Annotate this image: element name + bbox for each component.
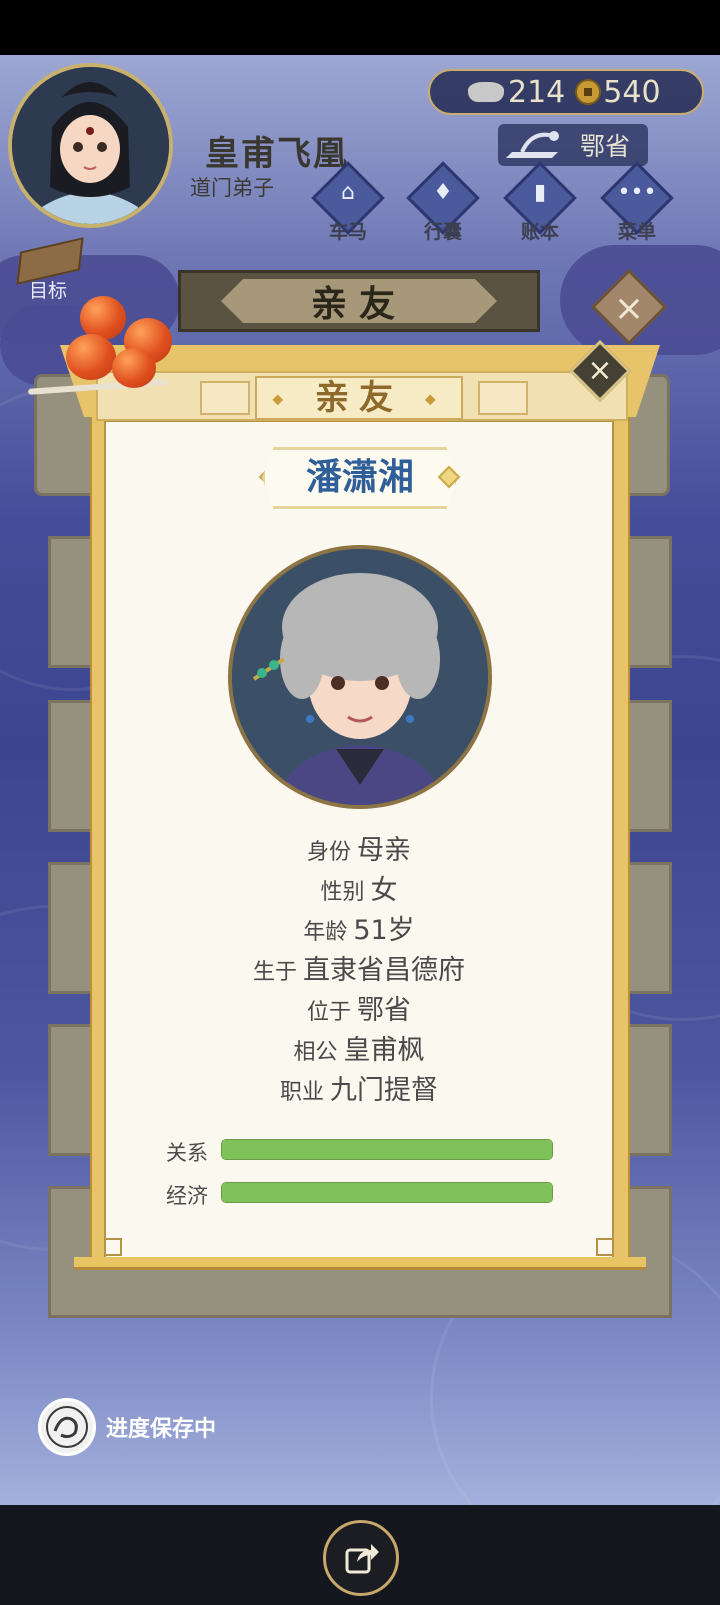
info-value: 皇甫枫 <box>343 1035 425 1066</box>
silver-amount: 214 <box>508 74 566 110</box>
info-key: 相公 <box>293 1040 338 1065</box>
title-ornament-icon: ◆ <box>272 391 294 408</box>
info-row-location: 位于 鄂省 <box>104 988 614 1027</box>
location-pin-icon <box>506 131 559 158</box>
hawthorn-fruit-icon <box>112 348 156 388</box>
info-key: 职业 <box>279 1080 324 1105</box>
economy-bar-fill <box>222 1183 552 1202</box>
info-key: 性别 <box>320 880 365 905</box>
person-name: 潘潇湘 <box>262 447 458 509</box>
info-value: 直隶省昌德府 <box>303 955 465 986</box>
info-key: 年龄 <box>303 920 348 945</box>
currency-display: 214 540 <box>428 69 704 115</box>
frame-corner <box>596 1238 614 1256</box>
nav-label: 车马 <box>328 221 367 243</box>
elder-woman-portrait-icon <box>232 549 488 805</box>
header-ornament <box>200 381 250 415</box>
relationship-bar <box>221 1139 553 1160</box>
background-panel-title: 亲友 <box>178 270 540 332</box>
background-close-icon[interactable]: × <box>598 278 660 340</box>
info-key: 生于 <box>252 960 297 985</box>
coin-amount: 540 <box>603 74 661 110</box>
modal-title-text: 亲友 <box>315 378 403 418</box>
info-row-identity: 身份 母亲 <box>104 828 614 867</box>
info-row-gender: 性别女 <box>104 868 614 907</box>
goal-label: 目标 <box>28 280 67 302</box>
location-badge[interactable]: 鄂省 <box>498 124 648 166</box>
bundle-icon: ♦ <box>433 180 453 205</box>
hawthorn-fruit-icon <box>66 334 116 380</box>
location-label: 鄂省 <box>579 132 630 161</box>
info-row-occupation: 职业 九门提督 <box>104 1068 614 1107</box>
info-row-husband: 相公 皇甫枫 <box>104 1028 614 1067</box>
info-value: 九门提督 <box>330 1075 438 1106</box>
nav-label: 菜单 <box>617 221 656 243</box>
title-ornament-icon: ◆ <box>424 391 446 408</box>
goal-button[interactable]: 目标 <box>14 237 84 302</box>
status-bar <box>0 0 720 55</box>
nav-label: 账本 <box>520 221 559 243</box>
save-status-text: 进度保存中 <box>106 1417 217 1442</box>
dragon-emblem-icon <box>46 1406 88 1448</box>
copper-coin-icon <box>575 79 602 105</box>
modal-close-button[interactable]: × <box>578 349 622 393</box>
info-row-birthplace: 生于 直隶省昌德府 <box>104 948 614 987</box>
nav-carriage-button[interactable]: ⌂ 车马 <box>308 161 388 248</box>
info-value: 女 <box>370 875 398 906</box>
info-value: 母亲 <box>357 835 411 866</box>
info-value: 鄂省 <box>357 995 411 1026</box>
nav-bundle-button[interactable]: ♦ 行囊 <box>403 161 483 248</box>
relationship-bar-fill <box>222 1140 552 1159</box>
modal-bottom-rod <box>74 1257 646 1270</box>
info-value: 51岁 <box>353 915 415 946</box>
dragon-logo-icon <box>38 1398 96 1456</box>
player-title: 道门弟子 <box>190 176 274 200</box>
frame-corner <box>104 1238 122 1256</box>
ledger-icon: ▮ <box>533 180 547 205</box>
info-key: 位于 <box>306 1000 351 1025</box>
background-panel-title-text: 亲友 <box>310 284 407 325</box>
player-avatar[interactable] <box>8 63 173 228</box>
nav-label: 行囊 <box>423 221 462 243</box>
info-key: 身份 <box>306 840 351 865</box>
carriage-icon: ⌂ <box>341 180 355 205</box>
modal-title: ◆ 亲友 ◆ <box>255 376 463 420</box>
silver-ingot-icon <box>468 82 504 102</box>
nav-ledger-button[interactable]: ▮ 账本 <box>500 161 580 248</box>
share-button[interactable] <box>323 1520 399 1596</box>
save-status: 进度保存中 <box>38 1398 216 1456</box>
economy-label: 经济 <box>166 1184 208 1208</box>
header-ornament <box>478 381 528 415</box>
relationship-label: 关系 <box>166 1141 208 1165</box>
player-portrait-icon <box>12 67 169 224</box>
share-icon <box>345 1544 379 1574</box>
bottom-bar <box>0 1505 720 1605</box>
nav-menu-button[interactable]: ••• 菜单 <box>597 161 677 248</box>
person-portrait <box>228 545 492 809</box>
economy-bar <box>221 1182 553 1203</box>
menu-dots-icon: ••• <box>617 180 657 205</box>
info-row-age: 年龄 51岁 <box>104 908 614 947</box>
